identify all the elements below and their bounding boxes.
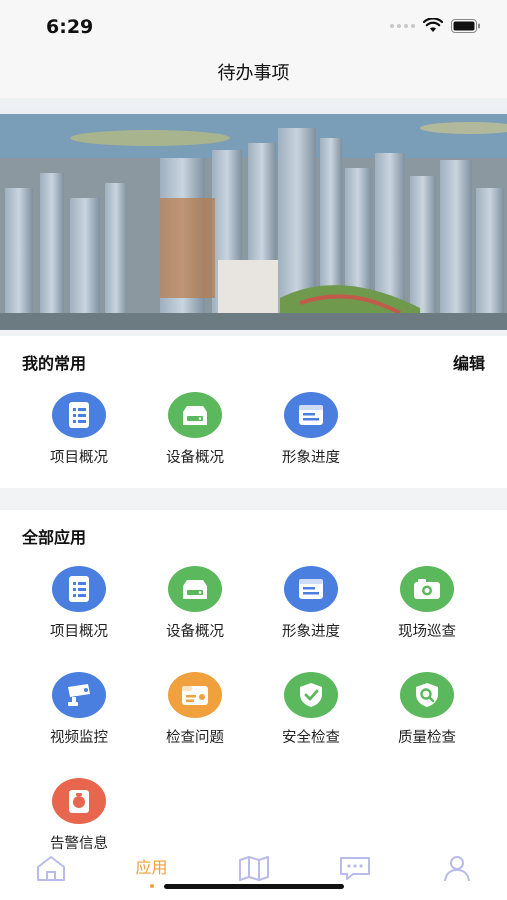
cctv-camera-icon	[52, 672, 106, 718]
page-title: 待办事项	[217, 63, 290, 84]
tab-apps[interactable]: 应用	[101, 854, 202, 888]
tab-apps-label: 应用	[135, 858, 168, 877]
favorite-item-project-overview[interactable]: 项目概况	[21, 392, 137, 467]
active-tab-indicator	[149, 884, 154, 888]
wifi-icon	[423, 18, 443, 32]
map-icon	[238, 856, 269, 881]
app-item-progress[interactable]: 形象进度	[253, 566, 369, 641]
app-label: 项目概况	[50, 450, 108, 466]
message-icon	[339, 857, 370, 880]
alarm-hand-icon	[52, 778, 106, 824]
app-label: 检查问题	[166, 730, 224, 746]
status-icons	[390, 18, 481, 33]
favorites-title: 我的常用	[22, 354, 87, 373]
app-label: 现场巡查	[398, 624, 456, 640]
bottom-tab-bar: 应用	[0, 850, 507, 900]
status-time: 6:29	[46, 16, 94, 38]
favorite-item-progress[interactable]: 形象进度	[253, 392, 369, 467]
progress-board-icon	[284, 566, 338, 612]
app-item-video-monitor[interactable]: 视频监控	[21, 672, 137, 747]
device-box-icon	[168, 566, 222, 612]
status-bar: 6:29	[0, 0, 507, 52]
app-label: 视频监控	[50, 730, 108, 746]
favorites-section: 我的常用 编辑 项目概况 设备概况 形象进度	[0, 336, 507, 488]
shield-check-icon	[284, 672, 338, 718]
app-item-device-overview[interactable]: 设备概况	[137, 566, 253, 641]
app-item-site-patrol[interactable]: 现场巡查	[369, 566, 485, 641]
device-box-icon	[168, 392, 222, 438]
home-indicator	[164, 884, 344, 889]
app-item-alarm-info[interactable]: 告警信息	[21, 778, 137, 853]
edit-button[interactable]: 编辑	[453, 350, 485, 374]
tab-home[interactable]	[0, 854, 101, 886]
progress-board-icon	[284, 392, 338, 438]
all-apps-title: 全部应用	[22, 528, 87, 547]
app-label: 设备概况	[166, 624, 224, 640]
app-label: 质量检查	[398, 730, 456, 746]
app-item-inspection-issues[interactable]: 检查问题	[137, 672, 253, 747]
tab-profile[interactable]	[406, 854, 507, 886]
document-list-icon	[52, 566, 106, 612]
app-label: 安全检查	[282, 730, 340, 746]
navigation-bar: 待办事项	[0, 52, 507, 98]
app-label: 设备概况	[166, 450, 224, 466]
all-apps-section: 全部应用 项目概况 设备概况 形象进度 现场巡查 视频监控 检查问题 安全检查 …	[0, 510, 507, 853]
app-label: 项目概况	[50, 624, 108, 640]
favorite-item-device-overview[interactable]: 设备概况	[137, 392, 253, 467]
user-icon	[443, 856, 470, 882]
app-item-project-overview[interactable]: 项目概况	[21, 566, 137, 641]
app-item-safety-check[interactable]: 安全检查	[253, 672, 369, 747]
city-skyline-illustration	[0, 98, 507, 330]
home-icon	[36, 856, 65, 881]
magnifier-doc-icon	[400, 672, 454, 718]
app-item-quality-check[interactable]: 质量检查	[369, 672, 485, 747]
camera-icon	[400, 566, 454, 612]
cellular-signal-icon	[390, 23, 415, 28]
battery-icon	[451, 18, 480, 33]
app-label: 形象进度	[282, 624, 340, 640]
id-card-icon	[168, 672, 222, 718]
banner-image[interactable]	[0, 98, 507, 330]
tab-messages[interactable]	[304, 854, 405, 886]
document-list-icon	[52, 392, 106, 438]
app-label: 形象进度	[282, 450, 340, 466]
tab-map[interactable]	[203, 854, 304, 886]
